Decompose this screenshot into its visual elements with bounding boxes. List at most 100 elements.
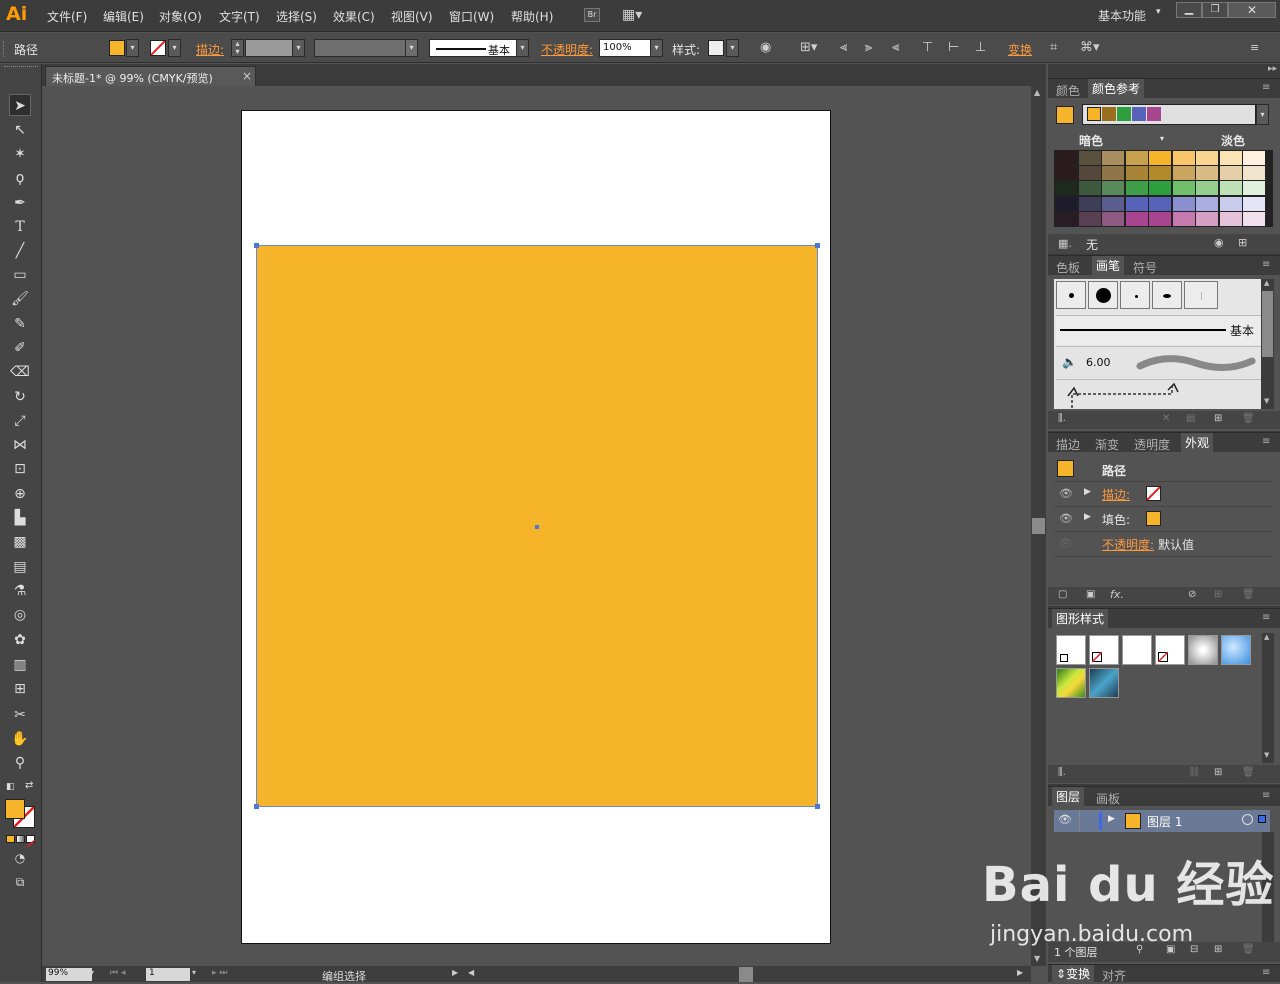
color-variation-cell[interactable]: [1078, 196, 1101, 211]
stroke-visibility-eye-icon[interactable]: 👁: [1059, 487, 1073, 500]
appearance-stroke-row[interactable]: 👁 ▶ 描边:: [1054, 482, 1272, 507]
brush-list-scrollbar[interactable]: ▲ ▼: [1261, 279, 1274, 409]
new-layer-icon[interactable]: ⊞: [1214, 944, 1222, 955]
arrange-documents-icon[interactable]: ▦▾: [622, 8, 642, 22]
blob-brush-tool-icon[interactable]: ✐: [9, 337, 31, 359]
color-variation-cell[interactable]: [1102, 196, 1124, 211]
last-artboard-icon[interactable]: ▸ ⏭: [212, 968, 227, 978]
mesh-tool-icon[interactable]: ▩: [9, 531, 31, 553]
zoom-dropdown-arrow[interactable]: ▾: [90, 968, 94, 977]
fill-visibility-eye-icon[interactable]: 👁: [1059, 512, 1073, 525]
style-blue-pattern[interactable]: [1089, 668, 1119, 698]
vertical-scrollbar[interactable]: ▲ ▼: [1031, 86, 1046, 966]
color-variation-cell[interactable]: [1219, 151, 1242, 165]
menu-type[interactable]: 文字(T): [219, 8, 260, 25]
width-tool-icon[interactable]: ⋈: [9, 434, 31, 456]
vertical-scroll-thumb[interactable]: [1032, 518, 1045, 534]
color-variation-cell[interactable]: [1149, 181, 1171, 196]
recolor-artwork-icon[interactable]: ◉: [760, 41, 771, 55]
tab-color-guide[interactable]: 颜色参考: [1088, 79, 1145, 99]
variable-width-profile[interactable]: [314, 39, 406, 57]
harmony-dropdown-arrow[interactable]: ▾: [1256, 104, 1269, 125]
tab-stroke[interactable]: 描边: [1056, 436, 1080, 453]
brush-dot[interactable]: [1120, 281, 1150, 309]
style-none-fill[interactable]: [1155, 635, 1185, 665]
gradient-tool-icon[interactable]: ▤: [9, 556, 31, 578]
tab-swatches[interactable]: 色板: [1056, 259, 1080, 276]
align-hcenter-icon[interactable]: ⫸: [865, 41, 872, 55]
blend-tool-icon[interactable]: ◎: [9, 604, 31, 626]
brush-options-icon[interactable]: ▤: [1186, 413, 1195, 424]
layer-name[interactable]: 图层 1: [1147, 813, 1182, 830]
menu-window[interactable]: 窗口(W): [449, 8, 494, 25]
fill-swatch[interactable]: [109, 40, 125, 56]
tab-gradient[interactable]: 渐变: [1095, 436, 1119, 453]
brush-calligraphic-large[interactable]: [1088, 281, 1118, 309]
color-variation-cell[interactable]: [1055, 211, 1077, 226]
color-variation-cell[interactable]: [1243, 196, 1265, 211]
color-variation-cell[interactable]: [1219, 166, 1242, 181]
color-variation-cell[interactable]: [1078, 211, 1101, 226]
clear-appearance-icon[interactable]: ⊘: [1188, 589, 1196, 600]
swatch-libraries-icon[interactable]: ▦.: [1058, 237, 1072, 250]
color-variation-cell[interactable]: [1102, 151, 1124, 165]
handle-bottom-left[interactable]: [254, 804, 259, 809]
align-top-icon[interactable]: ⊤: [922, 41, 933, 55]
color-variation-cell[interactable]: [1219, 211, 1242, 226]
color-variation-grid[interactable]: [1054, 150, 1273, 227]
tab-appearance[interactable]: 外观: [1181, 433, 1214, 453]
workspace-switcher[interactable]: 基本功能: [1098, 7, 1146, 24]
color-variation-cell[interactable]: [1196, 211, 1218, 226]
align-right-icon[interactable]: ⫷: [892, 41, 899, 55]
shape-builder-tool-icon[interactable]: ⊕: [9, 483, 31, 505]
harmony-rules-dropdown[interactable]: [1082, 104, 1256, 125]
perspective-grid-tool-icon[interactable]: ▙: [9, 507, 31, 529]
selection-tool-icon[interactable]: ➤: [9, 94, 31, 116]
document-tab[interactable]: 未标题-1* @ 99% (CMYK/预览) ×: [45, 66, 256, 86]
layer-target-icon[interactable]: [1242, 814, 1253, 825]
add-new-fill-icon[interactable]: ▣: [1086, 589, 1095, 600]
color-variation-cell[interactable]: [1078, 181, 1101, 196]
color-variation-cell[interactable]: [1243, 211, 1265, 226]
brush-pattern-row[interactable]: [1056, 379, 1261, 409]
color-variation-cell[interactable]: [1055, 151, 1077, 165]
align-to-icon[interactable]: ⊞▾: [800, 41, 817, 55]
pen-tool-icon[interactable]: ✒: [9, 192, 31, 214]
isolate-group-icon[interactable]: ⌗: [1050, 41, 1057, 55]
tab-transform[interactable]: ⇕变换: [1052, 965, 1095, 983]
artboard-dropdown-arrow[interactable]: ▾: [192, 968, 196, 977]
stroke-weight-label[interactable]: 描边:: [196, 41, 224, 58]
appearance-opacity-row[interactable]: 👁 不透明度: 默认值: [1054, 532, 1272, 557]
bridge-button[interactable]: Br: [584, 8, 600, 22]
color-variation-cell[interactable]: [1125, 166, 1148, 181]
restore-button[interactable]: ❐: [1202, 2, 1228, 18]
eraser-tool-icon[interactable]: ⌫: [9, 361, 31, 383]
layer-selection-indicator[interactable]: [1258, 815, 1266, 823]
style-soft-shadow[interactable]: [1188, 635, 1218, 665]
column-graph-tool-icon[interactable]: ▥: [9, 654, 31, 676]
tab-align[interactable]: 对齐: [1102, 967, 1126, 984]
control-panel-menu-icon[interactable]: ≡: [1250, 41, 1259, 55]
profile-arrow[interactable]: ▾: [405, 39, 418, 57]
direct-selection-tool-icon[interactable]: ↖: [9, 119, 31, 141]
layer-row-1[interactable]: 👁 ▶ 图层 1: [1054, 810, 1270, 832]
rectangle-tool-icon[interactable]: ▭: [9, 264, 31, 286]
new-brush-icon[interactable]: ⊞: [1214, 413, 1222, 424]
color-variation-cell[interactable]: [1125, 196, 1148, 211]
envelope-icon[interactable]: ⌘▾: [1080, 41, 1100, 55]
style-white[interactable]: [1122, 635, 1152, 665]
stroke-dropdown-arrow[interactable]: ▾: [168, 39, 181, 57]
tab-graphic-styles[interactable]: 图形样式: [1052, 609, 1109, 629]
collapse-dock-icon[interactable]: ▸▸: [1268, 64, 1277, 74]
zoom-tool-icon[interactable]: ⚲: [9, 752, 31, 774]
stroke-expand-triangle-icon[interactable]: ▶: [1084, 487, 1091, 497]
color-variation-cell[interactable]: [1196, 196, 1218, 211]
color-variation-cell[interactable]: [1243, 181, 1265, 196]
color-variation-cell[interactable]: [1055, 181, 1077, 196]
layer-visibility-eye-icon[interactable]: 👁: [1058, 813, 1072, 826]
menu-edit[interactable]: 编辑(E): [103, 8, 144, 25]
layer-expand-triangle-icon[interactable]: ▶: [1108, 814, 1115, 824]
menu-effect[interactable]: 效果(C): [333, 8, 375, 25]
stroke-none-swatch[interactable]: [150, 40, 166, 56]
color-variation-cell[interactable]: [1172, 181, 1195, 196]
